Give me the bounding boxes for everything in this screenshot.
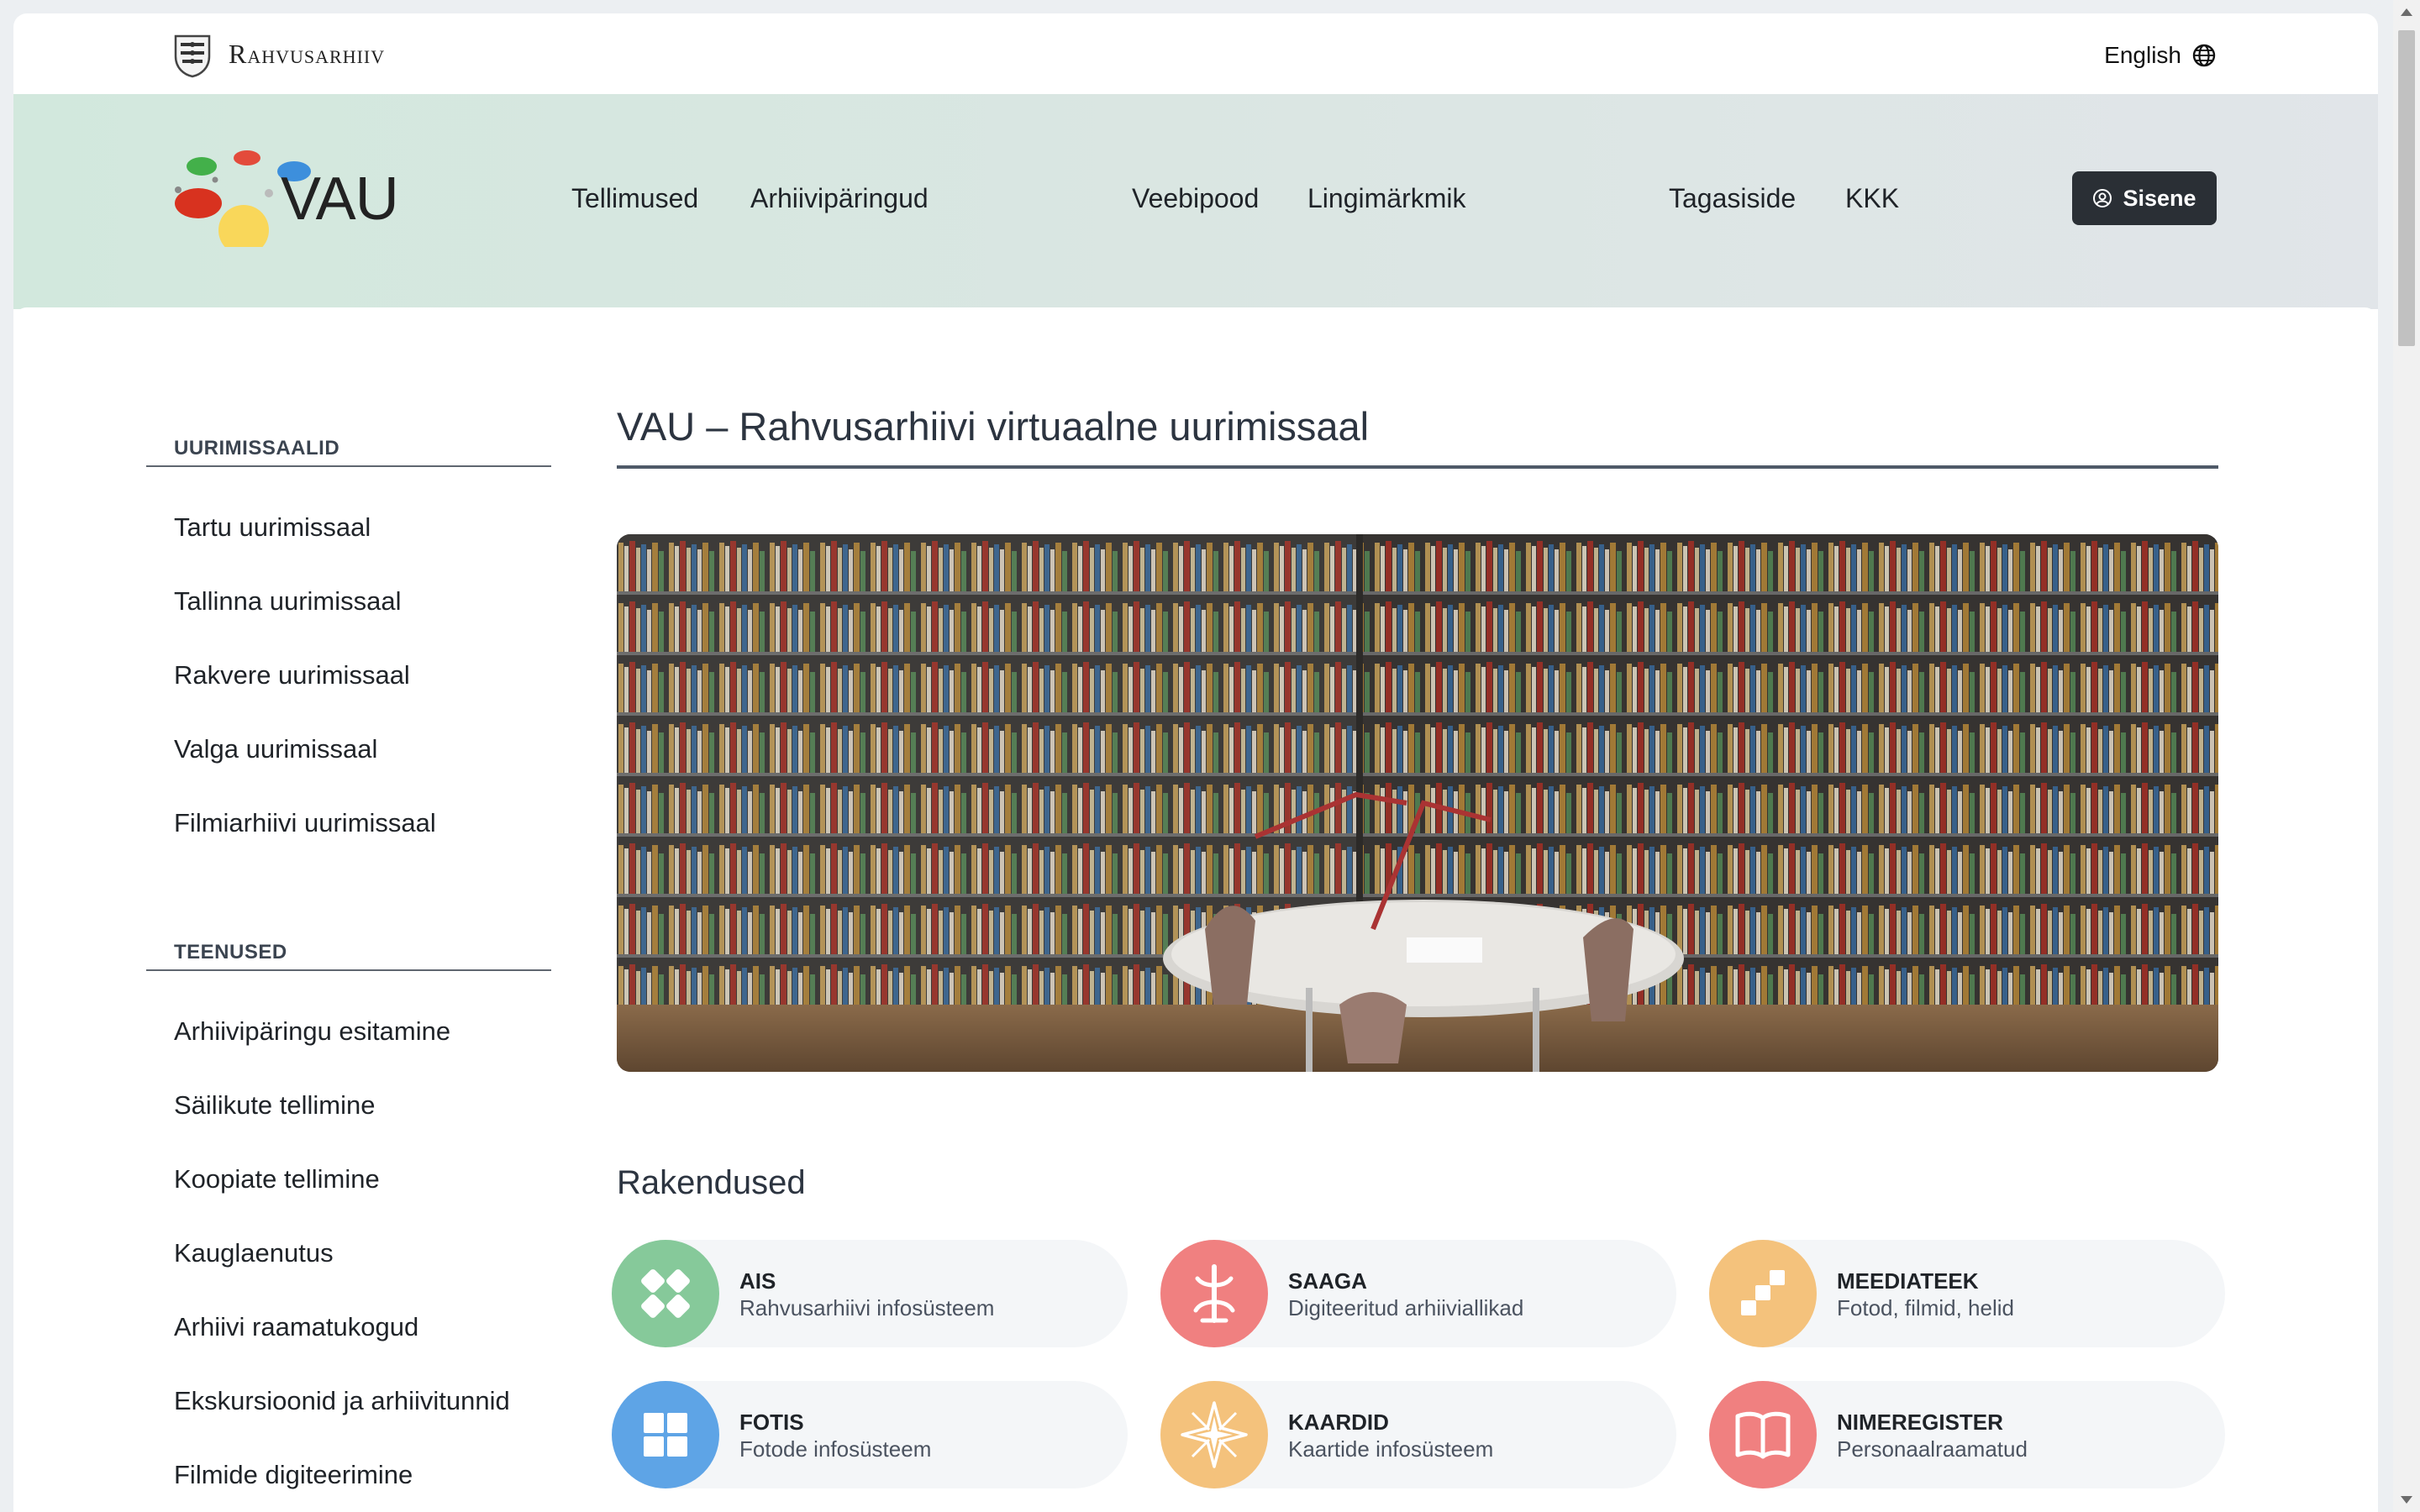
app-description: Digiteeritud arhiiviallikad bbox=[1288, 1295, 1524, 1320]
sidebar-item-rakvere[interactable]: Rakvere uurimissaal bbox=[174, 660, 410, 690]
app-description: Rahvusarhiivi infosüsteem bbox=[739, 1295, 995, 1320]
user-circle-icon bbox=[2093, 189, 2112, 207]
ais-icon bbox=[612, 1240, 719, 1347]
sidebar-item-film-digitization[interactable]: Filmide digiteerimine bbox=[174, 1460, 413, 1490]
app-name: AIS bbox=[739, 1268, 776, 1294]
app-description: Kaartide infosüsteem bbox=[1288, 1436, 1494, 1462]
page-title: VAU – Rahvusarhiivi virtuaalne uurimissa… bbox=[617, 404, 1370, 449]
sidebar-item-interlibrary-loan[interactable]: Kauglaenutus bbox=[174, 1238, 334, 1268]
divider bbox=[146, 969, 551, 971]
app-description: Fotod, filmid, helid bbox=[1837, 1295, 2014, 1320]
sidebar-item-valga[interactable]: Valga uurimissaal bbox=[174, 734, 377, 764]
sidebar-item-film-archive[interactable]: Filmiarhiivi uurimissaal bbox=[174, 808, 436, 838]
nav-faq[interactable]: KKK bbox=[1845, 183, 1899, 214]
app-card-saaga[interactable]: SAAGA Digiteeritud arhiiviallikad bbox=[1160, 1240, 1676, 1347]
sidebar-item-ordering-copies[interactable]: Koopiate tellimine bbox=[174, 1164, 380, 1194]
nav-link-notebook[interactable]: Lingimärkmik bbox=[1307, 183, 1465, 214]
nav-webshop[interactable]: Veebipood bbox=[1132, 183, 1259, 214]
divider bbox=[146, 465, 551, 467]
app-name: FOTIS bbox=[739, 1410, 804, 1435]
app-name: SAAGA bbox=[1288, 1268, 1367, 1294]
services-heading: TEENUSED bbox=[174, 941, 287, 963]
site-name[interactable]: Rahvusarhiiv bbox=[229, 39, 385, 70]
page: Rahvusarhiiv English VAU Tellimused Arhi… bbox=[13, 13, 2378, 1512]
sidebar-item-archive-libraries[interactable]: Arhiivi raamatukogud bbox=[174, 1312, 418, 1342]
page-scrollbar[interactable] bbox=[2393, 0, 2420, 1512]
scroll-up-arrow-icon[interactable] bbox=[2401, 8, 2412, 16]
scroll-down-arrow-icon[interactable] bbox=[2401, 1496, 2412, 1504]
app-card-kaardid[interactable]: KAARDID Kaartide infosüsteem bbox=[1160, 1381, 1676, 1488]
sidebar-item-archive-query[interactable]: Arhiivipäringu esitamine bbox=[174, 1016, 450, 1047]
sidebar-item-excursions[interactable]: Ekskursioonid ja arhiivitunnid bbox=[174, 1386, 510, 1416]
app-card-fotis[interactable]: FOTIS Fotode infosüsteem bbox=[612, 1381, 1128, 1488]
apps-heading: Rakendused bbox=[617, 1164, 806, 1201]
sidebar-item-tartu[interactable]: Tartu uurimissaal bbox=[174, 512, 371, 543]
main-header: VAU Tellimused Arhiivipäringud Veebipood… bbox=[13, 94, 2378, 309]
sidebar-item-tallinn[interactable]: Tallinna uurimissaal bbox=[174, 586, 402, 617]
reading-rooms-heading: UURIMISSAALID bbox=[174, 437, 340, 459]
globe-icon bbox=[2192, 44, 2216, 67]
reading-room-photo bbox=[617, 534, 2218, 1072]
title-underline bbox=[617, 465, 2218, 469]
coat-of-arms-icon[interactable] bbox=[171, 32, 213, 79]
app-name: KAARDID bbox=[1288, 1410, 1389, 1435]
app-name: MEEDIATEEK bbox=[1837, 1268, 1979, 1294]
sidebar-item-ordering-units[interactable]: Säilikute tellimine bbox=[174, 1090, 376, 1121]
nav-feedback[interactable]: Tagasiside bbox=[1669, 183, 1796, 214]
app-card-meediateek[interactable]: MEEDIATEEK Fotod, filmid, helid bbox=[1709, 1240, 2225, 1347]
app-card-ais[interactable]: AIS Rahvusarhiivi infosüsteem bbox=[612, 1240, 1128, 1347]
scrollbar-thumb[interactable] bbox=[2398, 30, 2415, 346]
fotis-grid-icon bbox=[612, 1381, 719, 1488]
nav-archive-queries[interactable]: Arhiivipäringud bbox=[750, 183, 929, 214]
app-name: NIMEREGISTER bbox=[1837, 1410, 2003, 1435]
app-card-nimeregister[interactable]: NIMEREGISTER Personaalraamatud bbox=[1709, 1381, 2225, 1488]
top-bar: Rahvusarhiiv English bbox=[13, 13, 2378, 94]
login-button[interactable]: Sisene bbox=[2072, 171, 2217, 225]
meediateek-icon bbox=[1709, 1240, 1817, 1347]
vau-logo-text[interactable]: VAU bbox=[281, 165, 399, 234]
nav-orders[interactable]: Tellimused bbox=[571, 183, 698, 214]
saaga-tree-icon bbox=[1160, 1240, 1268, 1347]
language-label: English bbox=[2104, 42, 2181, 68]
language-switcher[interactable]: English bbox=[2104, 42, 2217, 69]
app-description: Fotode infosüsteem bbox=[739, 1436, 932, 1462]
compass-star-icon bbox=[1160, 1381, 1268, 1488]
login-label: Sisene bbox=[2123, 185, 2196, 211]
app-description: Personaalraamatud bbox=[1837, 1436, 2028, 1462]
open-book-icon bbox=[1709, 1381, 1817, 1488]
